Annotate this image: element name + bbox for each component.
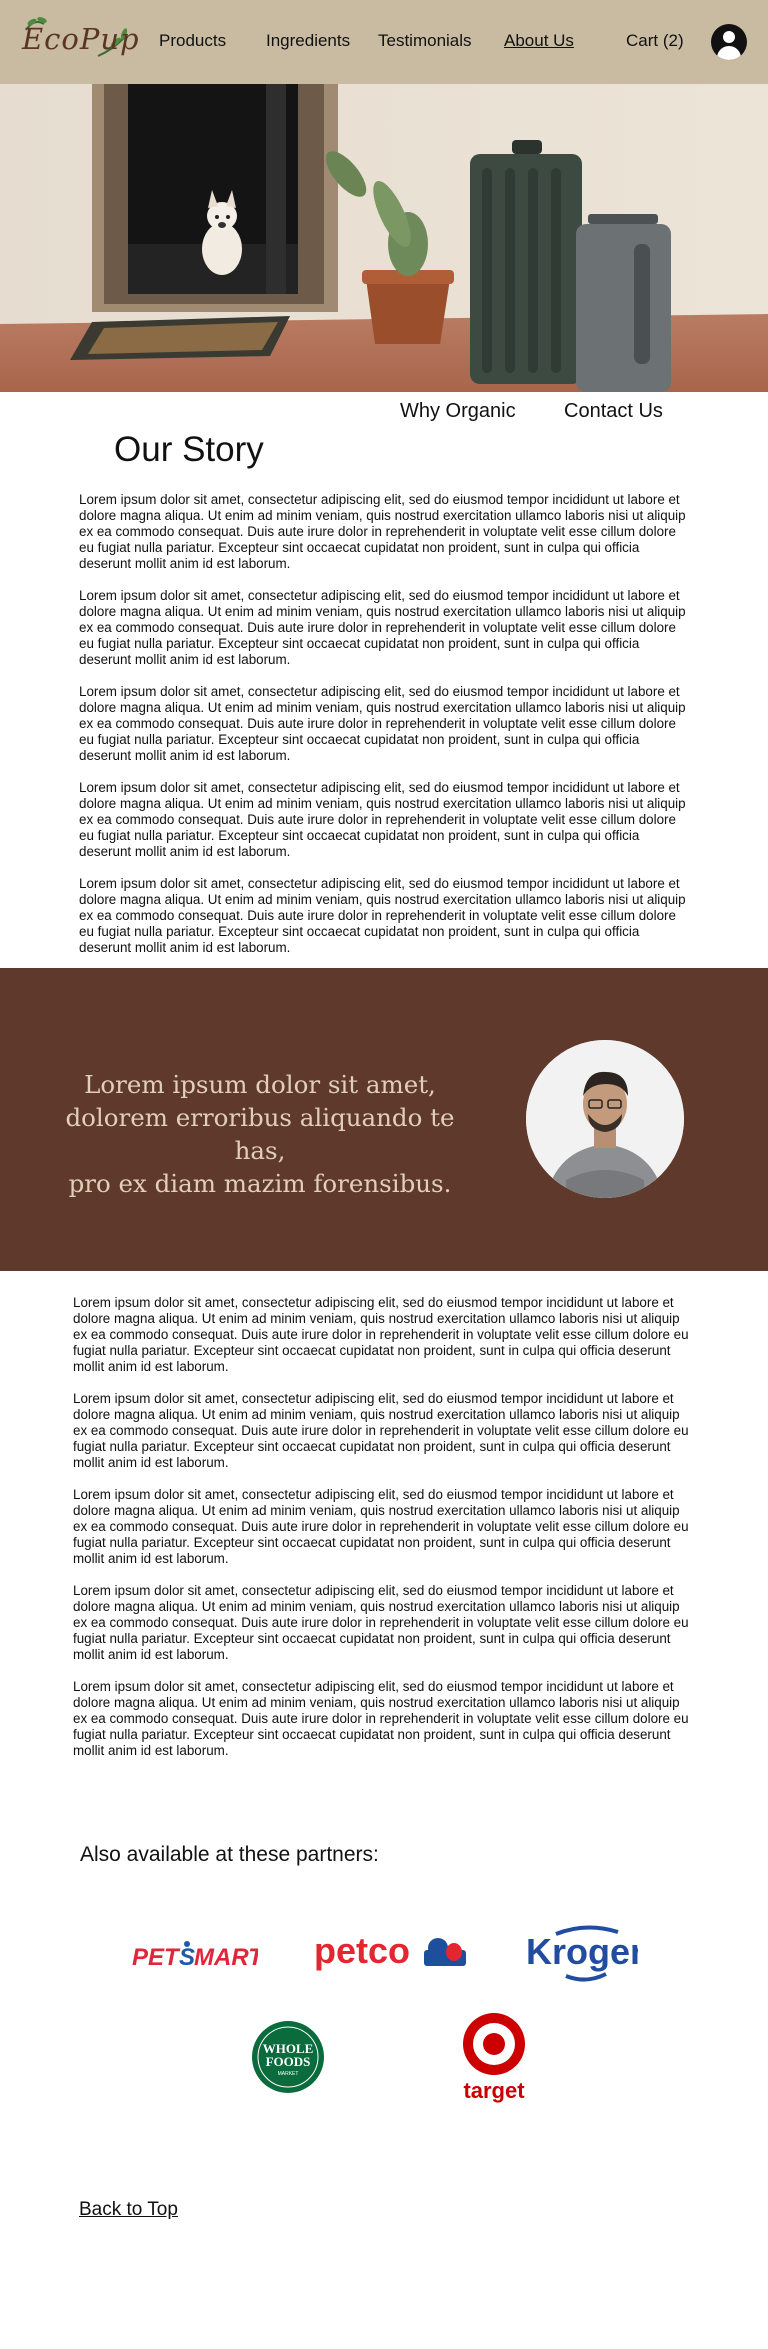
story-paragraph: Lorem ipsum dolor sit amet, consectetur …	[73, 1391, 689, 1470]
page-title: Our Story	[114, 430, 264, 469]
nav-about-us[interactable]: About Us	[504, 31, 574, 51]
account-icon[interactable]	[711, 24, 747, 60]
story-text-top: Lorem ipsum dolor sit amet, consectetur …	[79, 492, 691, 972]
target-logo: target	[463, 2013, 525, 2103]
whole-foods-text-2: FOODS	[266, 2054, 311, 2069]
story-paragraph: Lorem ipsum dolor sit amet, consectetur …	[73, 1487, 689, 1566]
petsmart-mart-text: MART	[194, 1944, 258, 1971]
quote-line: pro ex diam mazim forensibus.	[68, 1169, 452, 1198]
founder-portrait	[526, 1040, 684, 1198]
quote-line: dolorem erroribus aliquando te has,	[65, 1103, 455, 1165]
logo-wordmark: EcoPup	[22, 22, 140, 56]
petsmart-logo: PET S MART	[132, 1941, 265, 1971]
nav-cart[interactable]: Cart (2)	[626, 31, 684, 51]
subnav-contact-us[interactable]: Contact Us	[564, 400, 663, 423]
petco-text: petco	[314, 1930, 410, 1971]
story-paragraph: Lorem ipsum dolor sit amet, consectetur …	[79, 492, 686, 571]
story-paragraph: Lorem ipsum dolor sit amet, consectetur …	[73, 1583, 689, 1662]
target-text: target	[463, 2078, 525, 2103]
nav-ingredients[interactable]: Ingredients	[266, 31, 350, 51]
kroger-text: Kroger	[526, 1931, 638, 1972]
story-paragraph: Lorem ipsum dolor sit amet, consectetur …	[79, 876, 686, 955]
site-header: EcoPup Products Ingredients Testimonials…	[0, 0, 768, 84]
founder-quote: Lorem ipsum dolor sit amet, dolorem erro…	[40, 1068, 480, 1200]
nav-testimonials[interactable]: Testimonials	[378, 31, 472, 51]
story-text-bottom: Lorem ipsum dolor sit amet, consectetur …	[73, 1295, 691, 1775]
partners-title: Also available at these partners:	[80, 1843, 379, 1866]
founder-photo	[526, 1040, 684, 1198]
kroger-logo: Kroger	[526, 1925, 644, 1982]
quote-band: Lorem ipsum dolor sit amet, dolorem erro…	[0, 968, 768, 1271]
quote-line: Lorem ipsum dolor sit amet,	[84, 1070, 436, 1099]
story-paragraph: Lorem ipsum dolor sit amet, consectetur …	[79, 684, 686, 763]
partner-kroger-logo[interactable]: Kroger	[526, 1924, 644, 1991]
whole-foods-logo: WHOLE FOODS MARKET	[252, 2021, 324, 2093]
story-paragraph: Lorem ipsum dolor sit amet, consectetur …	[79, 780, 686, 859]
partner-whole-foods-logo[interactable]: WHOLE FOODS MARKET	[251, 2020, 325, 2099]
story-paragraph: Lorem ipsum dolor sit amet, consectetur …	[73, 1295, 689, 1374]
petsmart-pet-text: PET	[132, 1944, 181, 1971]
story-paragraph: Lorem ipsum dolor sit amet, consectetur …	[79, 588, 686, 667]
subnav-why-organic[interactable]: Why Organic	[400, 400, 516, 423]
nav-products[interactable]: Products	[159, 31, 226, 51]
partner-petsmart-logo[interactable]: PET S MART	[132, 1937, 265, 1976]
back-to-top-link[interactable]: Back to Top	[79, 2199, 178, 2221]
story-paragraph: Lorem ipsum dolor sit amet, consectetur …	[73, 1679, 689, 1758]
petsmart-s-text: S	[179, 1944, 195, 1971]
partner-target-logo[interactable]: target	[459, 2012, 529, 2109]
hero-image	[0, 84, 768, 392]
hero-photo-dog-doorway	[0, 84, 768, 392]
petco-logo: petco	[314, 1930, 466, 1971]
brand-logo[interactable]: EcoPup	[20, 16, 139, 68]
whole-foods-text-3: MARKET	[278, 2071, 299, 2077]
partner-petco-logo[interactable]: petco	[314, 1930, 470, 1977]
